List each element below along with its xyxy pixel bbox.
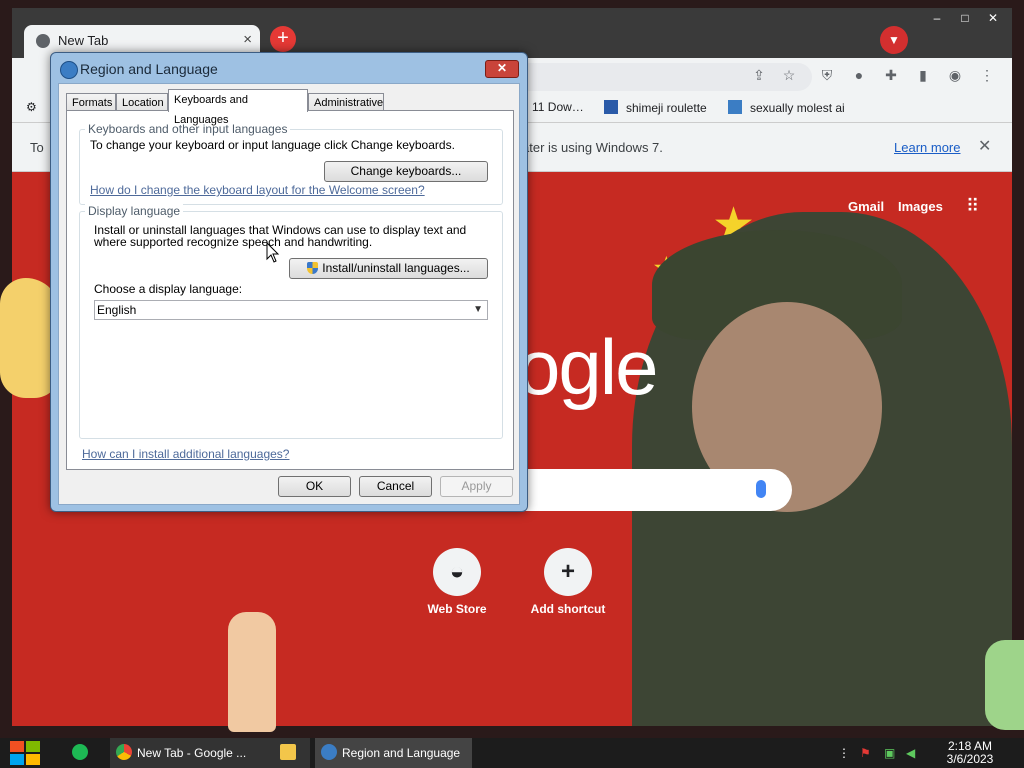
tab-title: New Tab (58, 33, 109, 48)
tab-keyboards-and-languages[interactable]: Keyboards and Languages (168, 89, 308, 126)
side-panel-icon[interactable]: ▮ (914, 67, 932, 84)
install-uninstall-languages-button[interactable]: Install/uninstall languages... (289, 258, 488, 279)
profile-icon[interactable]: ◉ (946, 67, 964, 84)
network-icon[interactable]: ▣ (884, 746, 895, 760)
folder-icon (280, 744, 296, 760)
spotify-taskbar-icon[interactable] (72, 738, 93, 768)
tab-location[interactable]: Location (116, 93, 168, 111)
maximize-button[interactable]: □ (952, 10, 978, 26)
bookmark-icon[interactable]: ⚙ (26, 100, 37, 114)
tab-formats[interactable]: Formats (66, 93, 116, 111)
tray-overflow-icon[interactable]: ⋮ (838, 746, 850, 760)
keyboards-description: To change your keyboard or input languag… (90, 138, 455, 152)
bookmark-favicon-icon (604, 100, 618, 114)
shimeji-character-right[interactable] (985, 640, 1024, 730)
extensions-puzzle-icon[interactable]: ✚ (882, 67, 900, 84)
apply-button[interactable]: Apply (440, 476, 513, 497)
shortcut-web-store[interactable]: ◒ Web Store (412, 548, 502, 616)
taskbar: New Tab - Google ... Region and Language… (0, 738, 1024, 768)
chrome-icon (116, 744, 132, 760)
chevron-down-icon: ▼ (473, 304, 483, 315)
ok-button[interactable]: OK (278, 476, 351, 497)
shimeji-character-bottom[interactable] (228, 612, 276, 732)
display-language-group: Display language Install or uninstall la… (79, 204, 503, 439)
bookmark-item[interactable]: 11 Dow… (532, 100, 584, 114)
choose-language-label: Choose a display language: (94, 282, 243, 296)
bookmark-item[interactable]: shimeji roulette (604, 100, 707, 115)
learn-more-link[interactable]: Learn more (894, 140, 960, 155)
taskbar-label: Region and Language (342, 746, 461, 760)
shortcut-add[interactable]: + Add shortcut (523, 548, 613, 616)
dialog-title: Region and Language (80, 61, 218, 77)
plus-icon: + (544, 548, 592, 596)
welcome-screen-help-link[interactable]: How do I change the keyboard layout for … (90, 183, 425, 197)
bookmark-item[interactable]: sexually molest ai (728, 100, 845, 115)
chrome-icon (36, 34, 50, 48)
google-logo: ogle (517, 323, 658, 411)
globe-icon (60, 61, 78, 79)
ublock-icon[interactable]: ⛨ (818, 67, 836, 84)
tab-strip: New Tab × + ▼ – □ ✕ (12, 8, 1012, 58)
clock-date: 3/6/2023 (946, 752, 994, 766)
mouse-cursor-icon (266, 242, 280, 263)
shortcut-label: Web Store (427, 602, 487, 616)
uac-shield-icon (307, 262, 319, 274)
extension-avatar-icon[interactable]: ● (850, 67, 868, 83)
apps-grid-icon[interactable]: ⠿ (966, 197, 984, 216)
images-link[interactable]: Images (898, 199, 943, 214)
tab-administrative[interactable]: Administrative (308, 93, 384, 111)
additional-languages-link[interactable]: How can I install additional languages? (82, 447, 289, 461)
windows-logo-icon (26, 741, 40, 752)
group-label: Display language (85, 204, 184, 218)
close-icon[interactable]: ✕ (978, 136, 991, 156)
keyboards-group: Keyboards and other input languages To c… (79, 122, 503, 205)
action-center-flag-icon[interactable]: ⚑ (860, 746, 871, 760)
windows-logo-icon (26, 754, 40, 765)
region-language-dialog: Region and Language ✕ Formats Location K… (50, 52, 528, 512)
close-window-button[interactable]: ✕ (980, 10, 1006, 26)
bookmark-label: sexually molest ai (750, 101, 845, 115)
info-text: To (30, 140, 44, 155)
microphone-icon[interactable] (756, 480, 766, 498)
file-explorer-taskbar-icon[interactable] (280, 738, 301, 768)
volume-icon[interactable]: ◀ (906, 746, 915, 760)
taskbar-item-region-language[interactable]: Region and Language (315, 738, 472, 768)
globe-icon (321, 744, 337, 760)
dialog-titlebar[interactable]: Region and Language ✕ (51, 53, 527, 83)
button-label: Install/uninstall languages... (322, 261, 470, 275)
web-store-icon: ◒ (433, 548, 481, 596)
close-icon[interactable]: × (243, 31, 252, 48)
clock[interactable]: 2:18 AM 3/6/2023 (940, 740, 1000, 766)
spotify-icon (72, 744, 88, 760)
dialog-close-button[interactable]: ✕ (485, 60, 519, 78)
tab-panel: Keyboards and other input languages To c… (66, 110, 514, 470)
cancel-button[interactable]: Cancel (359, 476, 432, 497)
display-description-line2: where supported recognize speech and han… (94, 235, 373, 249)
start-button[interactable] (10, 741, 42, 765)
minimize-button[interactable]: – (924, 10, 950, 26)
share-icon[interactable]: ⇪ (750, 67, 768, 84)
windows-logo-icon (10, 741, 24, 752)
taskbar-label: New Tab - Google ... (137, 746, 247, 760)
display-language-select[interactable]: English ▼ (94, 300, 488, 320)
bookmark-star-icon[interactable]: ☆ (780, 67, 798, 84)
bookmark-favicon-icon (728, 100, 742, 114)
bookmark-label: shimeji roulette (626, 101, 707, 115)
new-tab-button[interactable]: + (270, 26, 296, 52)
menu-icon[interactable]: ⋮ (978, 67, 996, 84)
dialog-body: Formats Location Keyboards and Languages… (58, 83, 520, 505)
search-input[interactable] (512, 469, 792, 511)
shortcut-label: Add shortcut (530, 602, 606, 616)
gmail-link[interactable]: Gmail (848, 199, 884, 214)
tab-search-button[interactable]: ▼ (880, 26, 908, 54)
selected-language: English (97, 303, 137, 317)
windows-logo-icon (10, 754, 24, 765)
window-controls: – □ ✕ (922, 10, 1006, 28)
info-text: ater is using Windows 7. (522, 140, 663, 155)
change-keyboards-button[interactable]: Change keyboards... (324, 161, 488, 182)
